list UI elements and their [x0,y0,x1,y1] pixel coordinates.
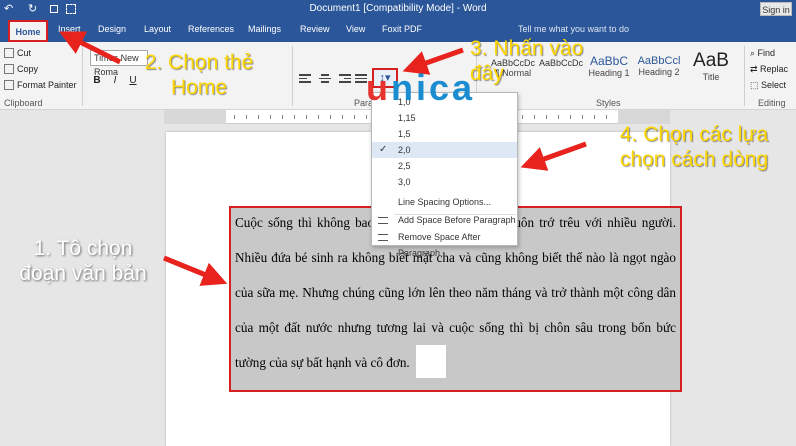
logo-letters: nica [391,67,476,108]
arrow-to-paragraph [163,255,228,286]
arrow-to-home-tab [59,31,122,65]
arrow-to-line-spacing [402,47,464,75]
callout-step-4: 4. Chọn các lựa chọn cách dòng [619,123,769,171]
callout-step-2: 2. Chọn thẻ Home [144,51,254,99]
logo-letter-u: u [366,67,391,108]
callout-step-1: 1. Tô chọn đoạn văn bản [19,237,147,285]
callout-step-3: 3. Nhấn vào đây [470,37,584,85]
unica-logo: unica [366,68,475,108]
arrow-to-menu [520,141,587,171]
